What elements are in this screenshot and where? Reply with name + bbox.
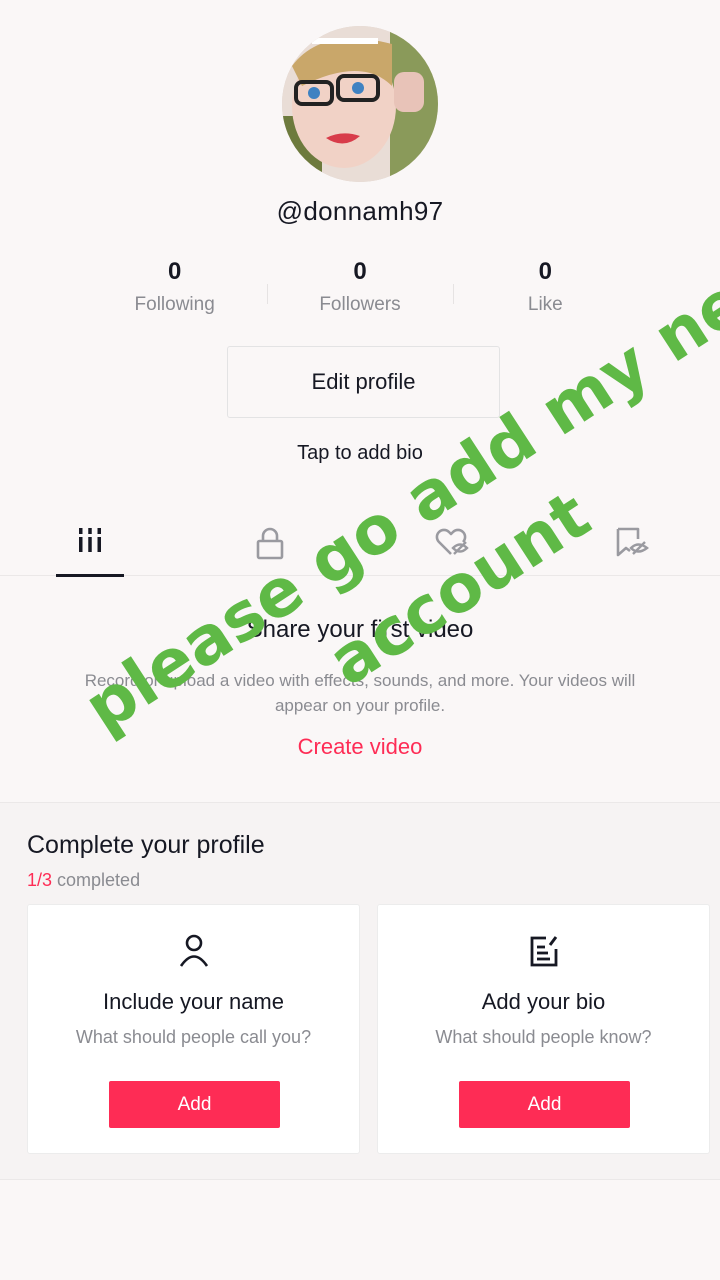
name-card: Include your name What should people cal… [27,904,360,1154]
complete-profile-panel: Complete your profile 1/3 completed Incl… [0,802,720,1180]
card-title: Add your bio [481,989,606,1014]
edit-bio-icon [528,933,560,974]
stats-row: 0 Following 0 Followers 0 Like [82,256,638,326]
stat-value: 0 [538,258,552,285]
username: @donnamh97 [276,196,444,226]
lock-icon [255,526,285,560]
stat-followers[interactable]: 0 Followers [267,256,452,326]
card-subtitle: What should people know? [435,1027,652,1047]
edit-profile-button[interactable]: Edit profile [227,346,500,418]
complete-progress: 1/3 completed [27,870,140,891]
empty-state-description: Record or upload a video with effects, s… [84,671,636,715]
stat-value: 0 [167,258,182,285]
bio-card: Add your bio What should people know? Ad… [377,904,710,1154]
progress-label: completed [52,870,141,890]
avatar-photo [282,26,438,182]
tab-private[interactable] [236,518,304,576]
stat-label: Followers [319,294,401,315]
add-bio-button[interactable]: Add [459,1081,630,1128]
avatar[interactable] [282,26,438,182]
bookmark-hidden-icon [614,526,650,558]
profile-tabs [0,518,720,577]
card-subtitle: What should people call you? [75,1027,312,1047]
add-bio-link[interactable]: Tap to add bio [0,442,720,465]
progress-count: 1/3 [27,870,53,890]
profile-page: @donnamh97 0 Following 0 Followers 0 Lik… [0,0,720,1280]
stat-following[interactable]: 0 Following [82,256,267,326]
complete-profile-title: Complete your profile [27,831,265,859]
stat-likes[interactable]: 0 Like [452,256,638,326]
grid-icon [76,526,104,554]
tab-favorites[interactable] [598,518,666,576]
empty-state-title: Share your first video [246,616,474,643]
add-name-button[interactable]: Add [109,1081,280,1128]
heart-hidden-icon [434,526,470,558]
stat-value: 0 [353,258,367,285]
stat-label: Following [134,294,215,315]
tab-liked[interactable] [418,518,486,576]
stat-label: Like [527,294,563,315]
person-icon [178,933,210,974]
tab-videos[interactable] [56,518,124,577]
create-video-link[interactable]: Create video [0,734,720,760]
card-title: Include your name [103,989,284,1014]
